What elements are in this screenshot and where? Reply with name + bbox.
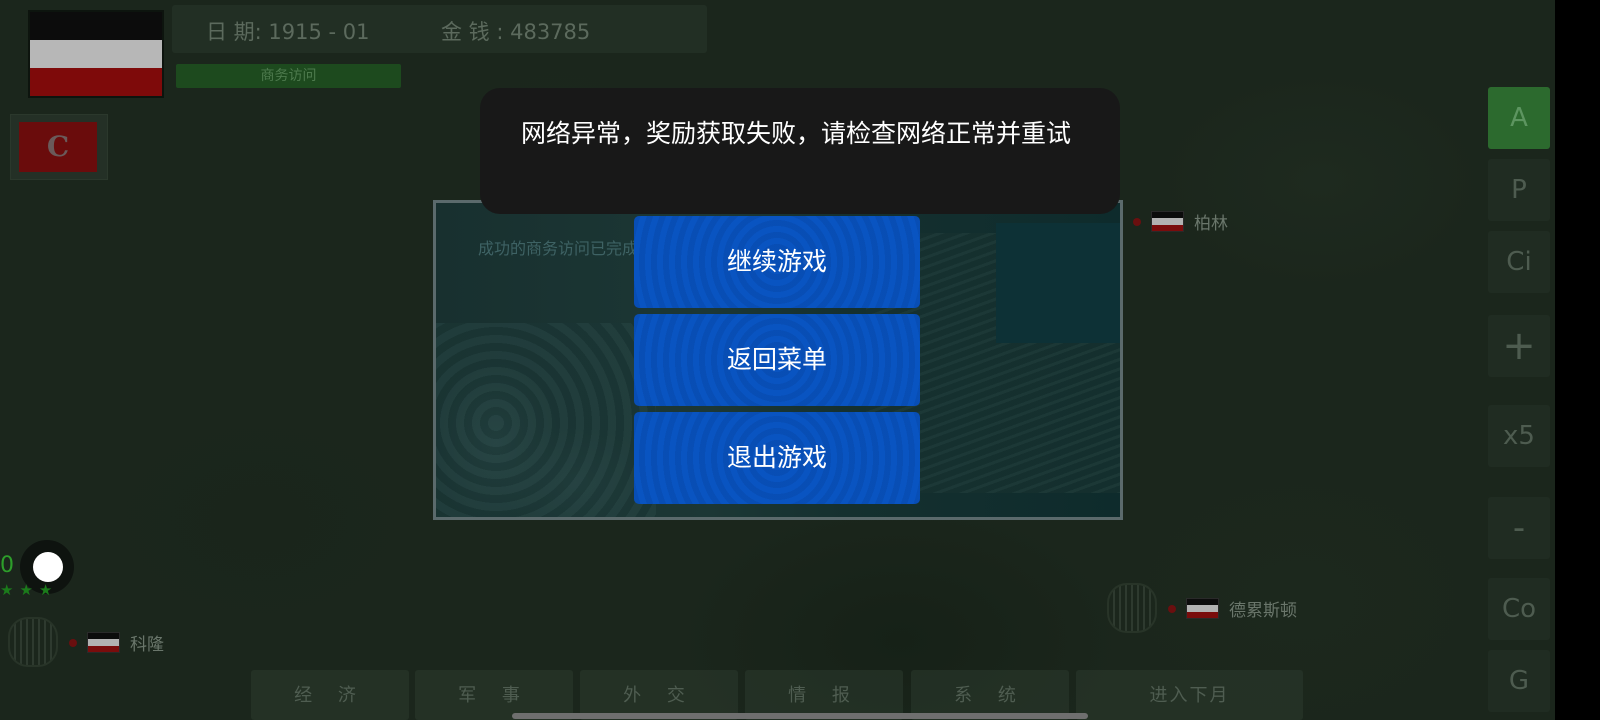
side-button-co[interactable]: Co	[1488, 578, 1550, 640]
city-marker-icon	[1133, 217, 1141, 226]
continue-game-button[interactable]: 继续游戏	[634, 216, 920, 308]
side-button-ci[interactable]: Ci	[1488, 231, 1550, 293]
zoom-out-button[interactable]: -	[1488, 497, 1550, 559]
flag-stripe-black	[30, 12, 162, 40]
side-button-a[interactable]: A	[1488, 87, 1550, 149]
home-indicator[interactable]	[512, 713, 1088, 719]
flag-stripe-white	[30, 40, 162, 68]
tab-economy[interactable]: 经 济	[251, 670, 409, 720]
next-month-button[interactable]: 进入下月	[1076, 670, 1303, 720]
speed-button[interactable]: x5	[1488, 405, 1550, 467]
exit-game-button[interactable]: 退出游戏	[634, 412, 920, 504]
unit-rating-stars: ★★★	[0, 581, 59, 599]
city-marker-icon	[69, 638, 77, 647]
event-tag[interactable]: 商务访问	[176, 64, 401, 88]
c-button[interactable]: C	[19, 122, 97, 172]
date-display: 日 期: 1915 - 01	[206, 20, 370, 44]
flag-stripe-red	[30, 68, 162, 96]
zoom-in-button[interactable]: +	[1488, 315, 1550, 377]
city-label: 柏林	[1194, 214, 1228, 234]
city-label: 科隆	[130, 635, 164, 655]
side-button-p[interactable]: P	[1488, 159, 1550, 221]
fortress-icon[interactable]	[1107, 583, 1157, 633]
unit-marker-icon[interactable]	[33, 552, 63, 582]
city-marker-icon	[1168, 604, 1176, 613]
dialog-illustration	[996, 223, 1120, 343]
city-berlin[interactable]: 柏林	[1133, 209, 1228, 234]
city-flag-icon	[1151, 211, 1184, 232]
unit-counter: 0	[0, 553, 14, 578]
network-error-toast: 网络异常，奖励获取失败，请检查网络正常并重试	[480, 88, 1120, 214]
city-flag-icon	[1186, 598, 1219, 619]
city-dresden[interactable]: 德累斯顿	[1168, 596, 1297, 621]
city-flag-icon	[87, 632, 120, 653]
fortress-icon[interactable]	[8, 617, 58, 667]
dialog-illustration	[436, 323, 656, 517]
money-display: 金 钱 : 483785	[441, 20, 591, 44]
game-screen: 日 期: 1915 - 01 金 钱 : 483785 商务访问 C A P C…	[0, 0, 1600, 720]
return-to-menu-button[interactable]: 返回菜单	[634, 314, 920, 406]
screen-edge	[1555, 0, 1600, 720]
city-cologne[interactable]: 科隆	[69, 630, 164, 655]
side-button-g[interactable]: G	[1488, 650, 1550, 712]
nation-flag[interactable]	[28, 10, 164, 98]
city-label: 德累斯顿	[1229, 601, 1297, 621]
